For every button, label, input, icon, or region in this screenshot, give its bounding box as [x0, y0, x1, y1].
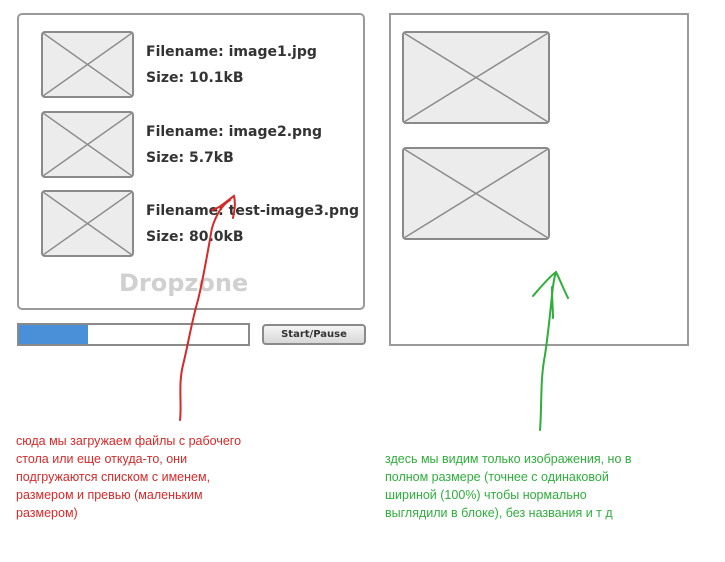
file-size: Size: 80.0kB	[146, 229, 244, 245]
dropzone[interactable]: Filename: image1.jpg Size: 10.1kB Filena…	[17, 13, 365, 310]
file-name: Filename: image1.jpg	[146, 44, 317, 60]
file-size: Size: 5.7kB	[146, 150, 234, 166]
dropzone-label: Dropzone	[119, 269, 249, 297]
image-placeholder-icon	[402, 147, 550, 240]
preview-panel	[389, 13, 689, 346]
left-annotation-note: сюда мы загружаем файлы с рабочего стола…	[16, 434, 242, 520]
progress-fill	[19, 325, 88, 344]
right-annotation-note: здесь мы видим только изображения, но в …	[385, 452, 632, 520]
file-size: Size: 10.1kB	[146, 70, 244, 86]
image-placeholder-icon	[402, 31, 550, 124]
image-placeholder-icon	[41, 111, 134, 178]
file-name: Filename: test-image3.png	[146, 203, 360, 219]
file-name: Filename: image2.png	[146, 124, 323, 140]
image-placeholder-icon	[41, 31, 134, 98]
image-placeholder-icon	[41, 190, 134, 257]
upload-progress-bar	[17, 323, 250, 346]
start-pause-button[interactable]: Start/Pause	[262, 324, 366, 345]
